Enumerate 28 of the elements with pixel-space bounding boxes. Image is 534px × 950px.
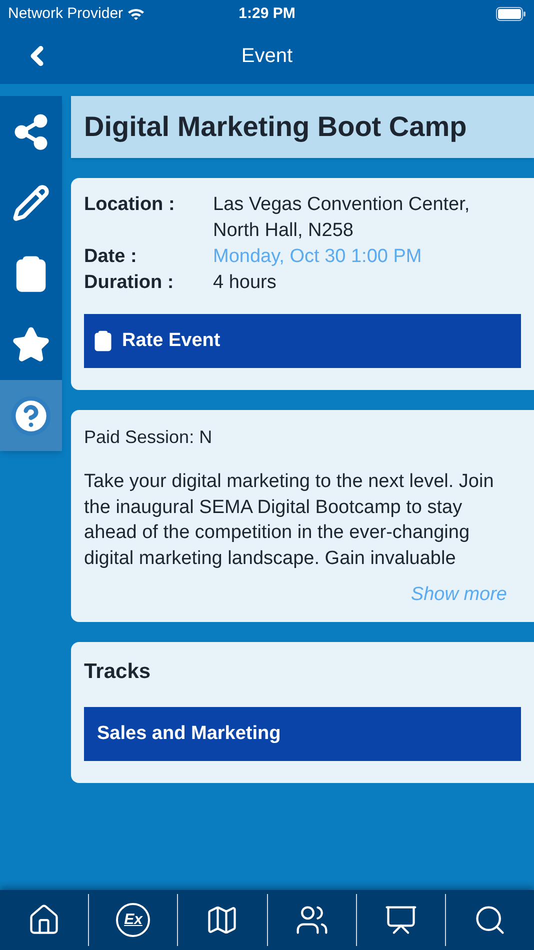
sidebar-button[interactable]: [0, 96, 62, 167]
carrier-name: Network Provider: [8, 4, 124, 24]
star-icon: [12, 326, 50, 364]
event-title: Digital Marketing Boot Camp: [84, 110, 467, 144]
podium-icon: [384, 903, 418, 937]
pencil-icon: [12, 184, 50, 222]
detail-label: Location :: [84, 193, 176, 217]
paid-session-text: Paid Session: N: [84, 426, 214, 449]
clock: 1:29 PM: [238, 4, 296, 24]
rate-event-button[interactable]: Rate Event: [84, 314, 521, 368]
clipboard-icon: [92, 330, 114, 352]
people-icon: [294, 903, 329, 937]
help-icon: [10, 394, 52, 436]
detail-value: 4 hours: [213, 271, 276, 295]
exhibitor-icon: Ex: [116, 903, 150, 937]
sidebar-button[interactable]: [0, 380, 62, 451]
description-text: Take your digital marketing to the next level. Join the inaugural SEMA Digital Bootcamp to stay ahead of the competition in the ever-changing digital marketing landscape. Gain invaluable: [84, 470, 495, 570]
share-icon: [12, 112, 50, 150]
battery-icon: [496, 7, 526, 21]
sidebar-button[interactable]: [0, 309, 62, 380]
detail-value: Las Vegas Convention Center, North Hall, N258: [213, 193, 471, 243]
tab-button[interactable]: Ex: [89, 890, 178, 950]
wifi-icon: [127, 7, 146, 21]
track-button[interactable]: Sales and Marketing: [84, 707, 521, 761]
detail-label: Date :: [84, 245, 138, 269]
detail-label: Duration :: [84, 271, 175, 295]
page-title: Event: [241, 44, 293, 69]
tracks-heading: Tracks: [84, 658, 152, 684]
